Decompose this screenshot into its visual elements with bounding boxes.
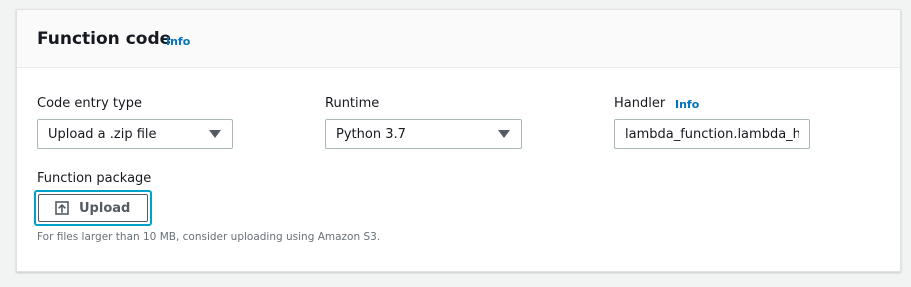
code-entry-type-label: Code entry type: [37, 96, 142, 111]
upload-icon: [55, 201, 69, 215]
code-entry-type-value: Upload a .zip file: [48, 127, 157, 142]
code-entry-type-select[interactable]: Upload a .zip file: [37, 119, 233, 149]
function-package-label: Function package: [37, 171, 152, 186]
handler-info-link[interactable]: Info: [675, 98, 699, 111]
caret-down-icon: [209, 130, 221, 138]
upload-button[interactable]: Upload: [38, 194, 148, 222]
handler-input[interactable]: [614, 119, 810, 149]
upload-focus-ring: Upload: [34, 190, 152, 226]
panel-header: Function code Info: [17, 10, 900, 68]
handler-label: Handler: [614, 96, 666, 111]
function-code-panel: Function code Info Code entry type Uploa…: [16, 9, 901, 272]
upload-hint-text: For files larger than 10 MB, consider up…: [37, 231, 381, 243]
runtime-label: Runtime: [325, 96, 380, 111]
runtime-select[interactable]: Python 3.7: [325, 119, 522, 149]
caret-down-icon: [498, 130, 510, 138]
upload-button-label: Upload: [79, 201, 131, 216]
panel-title: Function code: [37, 29, 172, 49]
title-info-link[interactable]: Info: [166, 35, 190, 48]
runtime-value: Python 3.7: [336, 127, 406, 142]
